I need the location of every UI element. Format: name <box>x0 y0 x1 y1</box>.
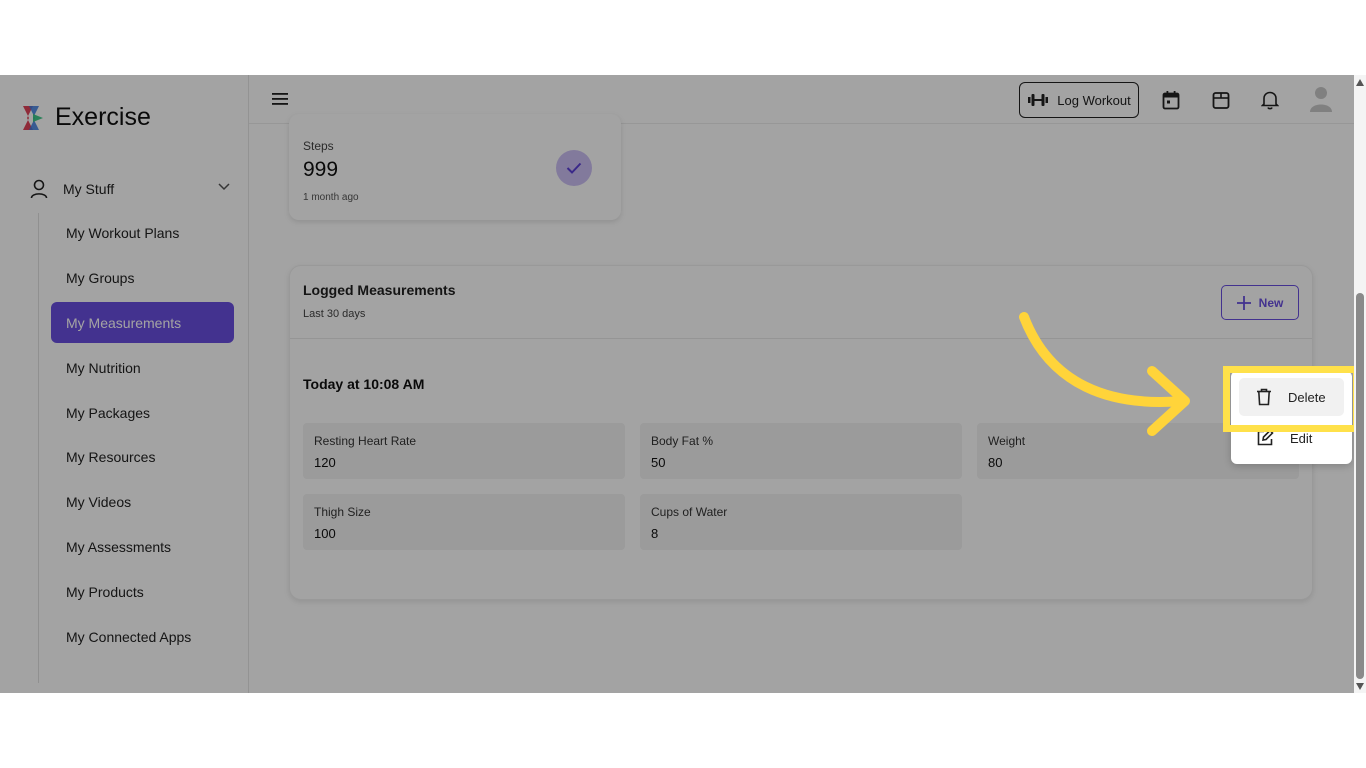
scroll-thumb[interactable] <box>1356 293 1364 679</box>
scroll-up-icon[interactable] <box>1356 79 1364 86</box>
app-screen: Exercise My Stuff My Workout Plans My Gr… <box>0 75 1366 693</box>
delete-highlight <box>1223 366 1360 432</box>
edit-label: Edit <box>1290 430 1313 446</box>
scrollbar[interactable] <box>1354 75 1366 693</box>
scroll-down-icon[interactable] <box>1356 683 1364 690</box>
pointer-arrow-icon <box>1019 312 1190 436</box>
